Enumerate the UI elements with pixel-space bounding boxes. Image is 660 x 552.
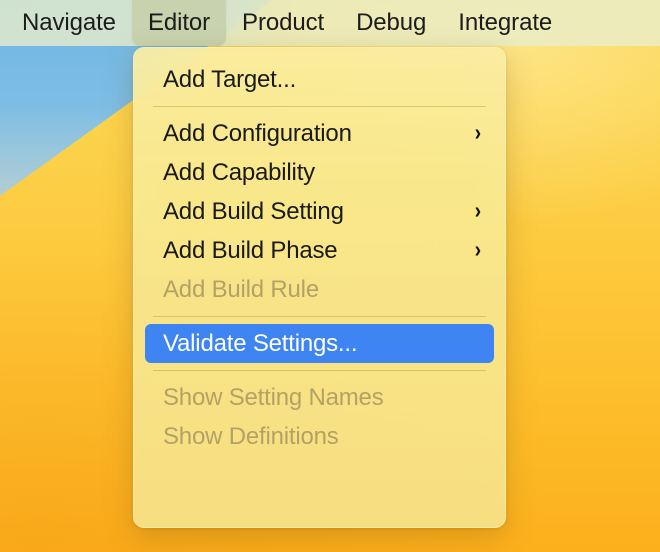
editor-menu-dropdown: Add Target... Add Configuration › Add Capab… <box>133 47 506 528</box>
menubar-item-debug[interactable]: Debug <box>340 0 442 46</box>
menu-item[interactable]: Add Build Setting › <box>145 192 494 231</box>
menubar-item-label: Debug <box>356 9 427 36</box>
menu-item-label: Add Capability <box>163 158 315 186</box>
menubar-item-product[interactable]: Product <box>226 0 340 46</box>
menu-item-label: Add Build Phase <box>163 236 338 264</box>
menu-separator <box>153 316 486 317</box>
menu-item[interactable]: Add Configuration › <box>145 114 494 153</box>
chevron-right-icon: › <box>474 197 482 223</box>
menu-item-label: Show Definitions <box>163 422 339 450</box>
menubar-item-label: Navigate <box>22 9 116 36</box>
menu-separator <box>153 106 486 107</box>
menu-item: Show Setting Names <box>145 378 494 417</box>
menubar-item-integrate[interactable]: Integrate <box>442 0 568 46</box>
menu-item-label: Validate Settings... <box>163 329 358 357</box>
desktop-background: Navigate Editor Product Debug Integrate … <box>0 0 660 552</box>
menu-item-label: Add Configuration <box>163 119 352 147</box>
menu-item: Show Definitions <box>145 417 494 456</box>
menubar-item-editor[interactable]: Editor <box>131 0 227 46</box>
menu-item[interactable]: Validate Settings... <box>145 324 494 363</box>
menubar-item-label: Integrate <box>458 9 553 36</box>
menu-item[interactable]: Add Build Phase › <box>145 231 494 270</box>
menu-item-label: Add Build Setting <box>163 197 344 225</box>
menu-item-label: Add Build Rule <box>163 275 319 303</box>
menubar-item-navigate[interactable]: Navigate <box>6 0 132 46</box>
chevron-right-icon: › <box>474 119 482 145</box>
menu-item: Add Build Rule <box>145 270 494 309</box>
menubar-item-label: Product <box>242 9 325 36</box>
menu-item-label: Add Target... <box>163 65 297 93</box>
menu-separator <box>153 370 486 371</box>
chevron-right-icon: › <box>474 236 482 262</box>
menu-item-list: Add Target... Add Configuration › Add Capab… <box>134 60 505 456</box>
menu-bar: Navigate Editor Product Debug Integrate <box>0 0 660 46</box>
menu-item[interactable]: Add Capability <box>145 153 494 192</box>
menu-item[interactable]: Add Target... <box>145 60 494 99</box>
menu-item-label: Show Setting Names <box>163 383 384 411</box>
menubar-item-label: Editor <box>147 9 211 36</box>
